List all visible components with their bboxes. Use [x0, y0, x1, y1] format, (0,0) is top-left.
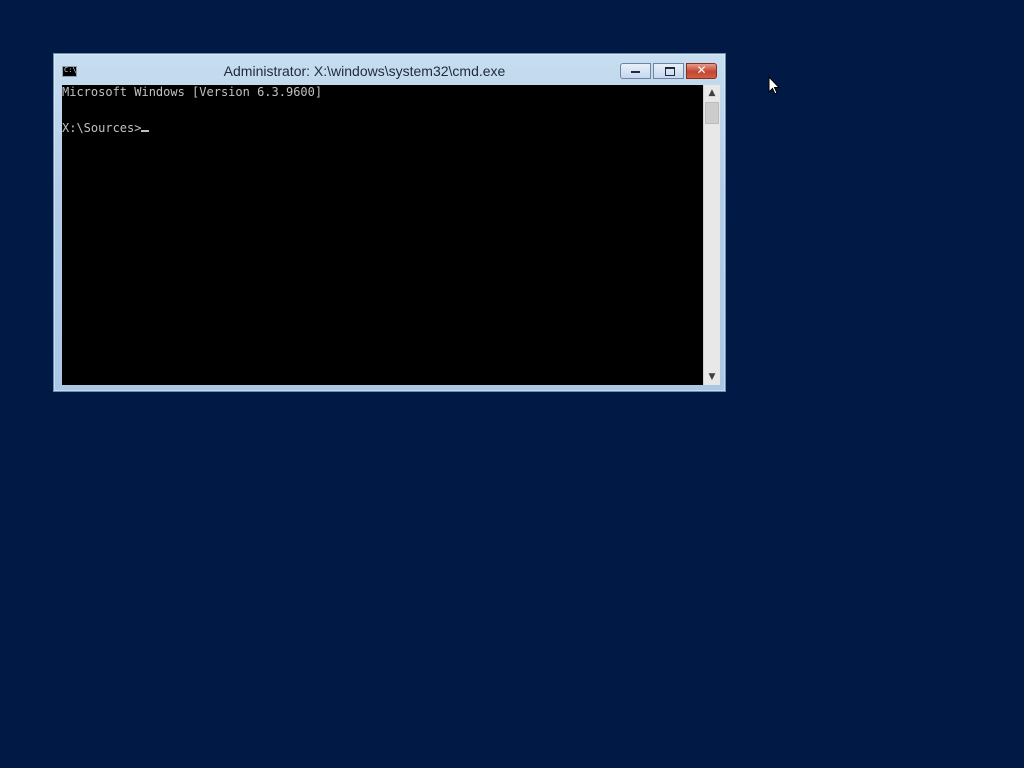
close-icon: ✕ — [696, 63, 707, 77]
title-bar[interactable]: C:\_ Administrator: X:\windows\system32\… — [54, 54, 725, 85]
console-version-line: Microsoft Windows [Version 6.3.9600] — [62, 85, 323, 99]
cmd-window[interactable]: C:\_ Administrator: X:\windows\system32\… — [53, 53, 726, 392]
scroll-thumb[interactable] — [705, 102, 719, 124]
mouse-pointer-icon — [768, 76, 780, 95]
minimize-button[interactable] — [620, 63, 651, 79]
maximize-button[interactable] — [653, 63, 684, 79]
text-cursor — [141, 130, 150, 132]
scroll-up-arrow-icon[interactable]: ▲ — [704, 86, 720, 100]
maximize-icon — [665, 67, 675, 76]
console-prompt: X:\Sources> — [62, 121, 142, 135]
console-prompt-line[interactable]: X:\Sources> — [62, 121, 150, 135]
console-output[interactable]: Microsoft Windows [Version 6.3.9600] X:\… — [62, 85, 703, 385]
minimize-icon — [631, 71, 640, 73]
vertical-scrollbar[interactable]: ▲ ▼ — [703, 85, 720, 385]
scroll-down-arrow-icon[interactable]: ▼ — [704, 370, 720, 384]
caption-buttons: ✕ — [618, 63, 717, 79]
close-button[interactable]: ✕ — [686, 63, 717, 79]
